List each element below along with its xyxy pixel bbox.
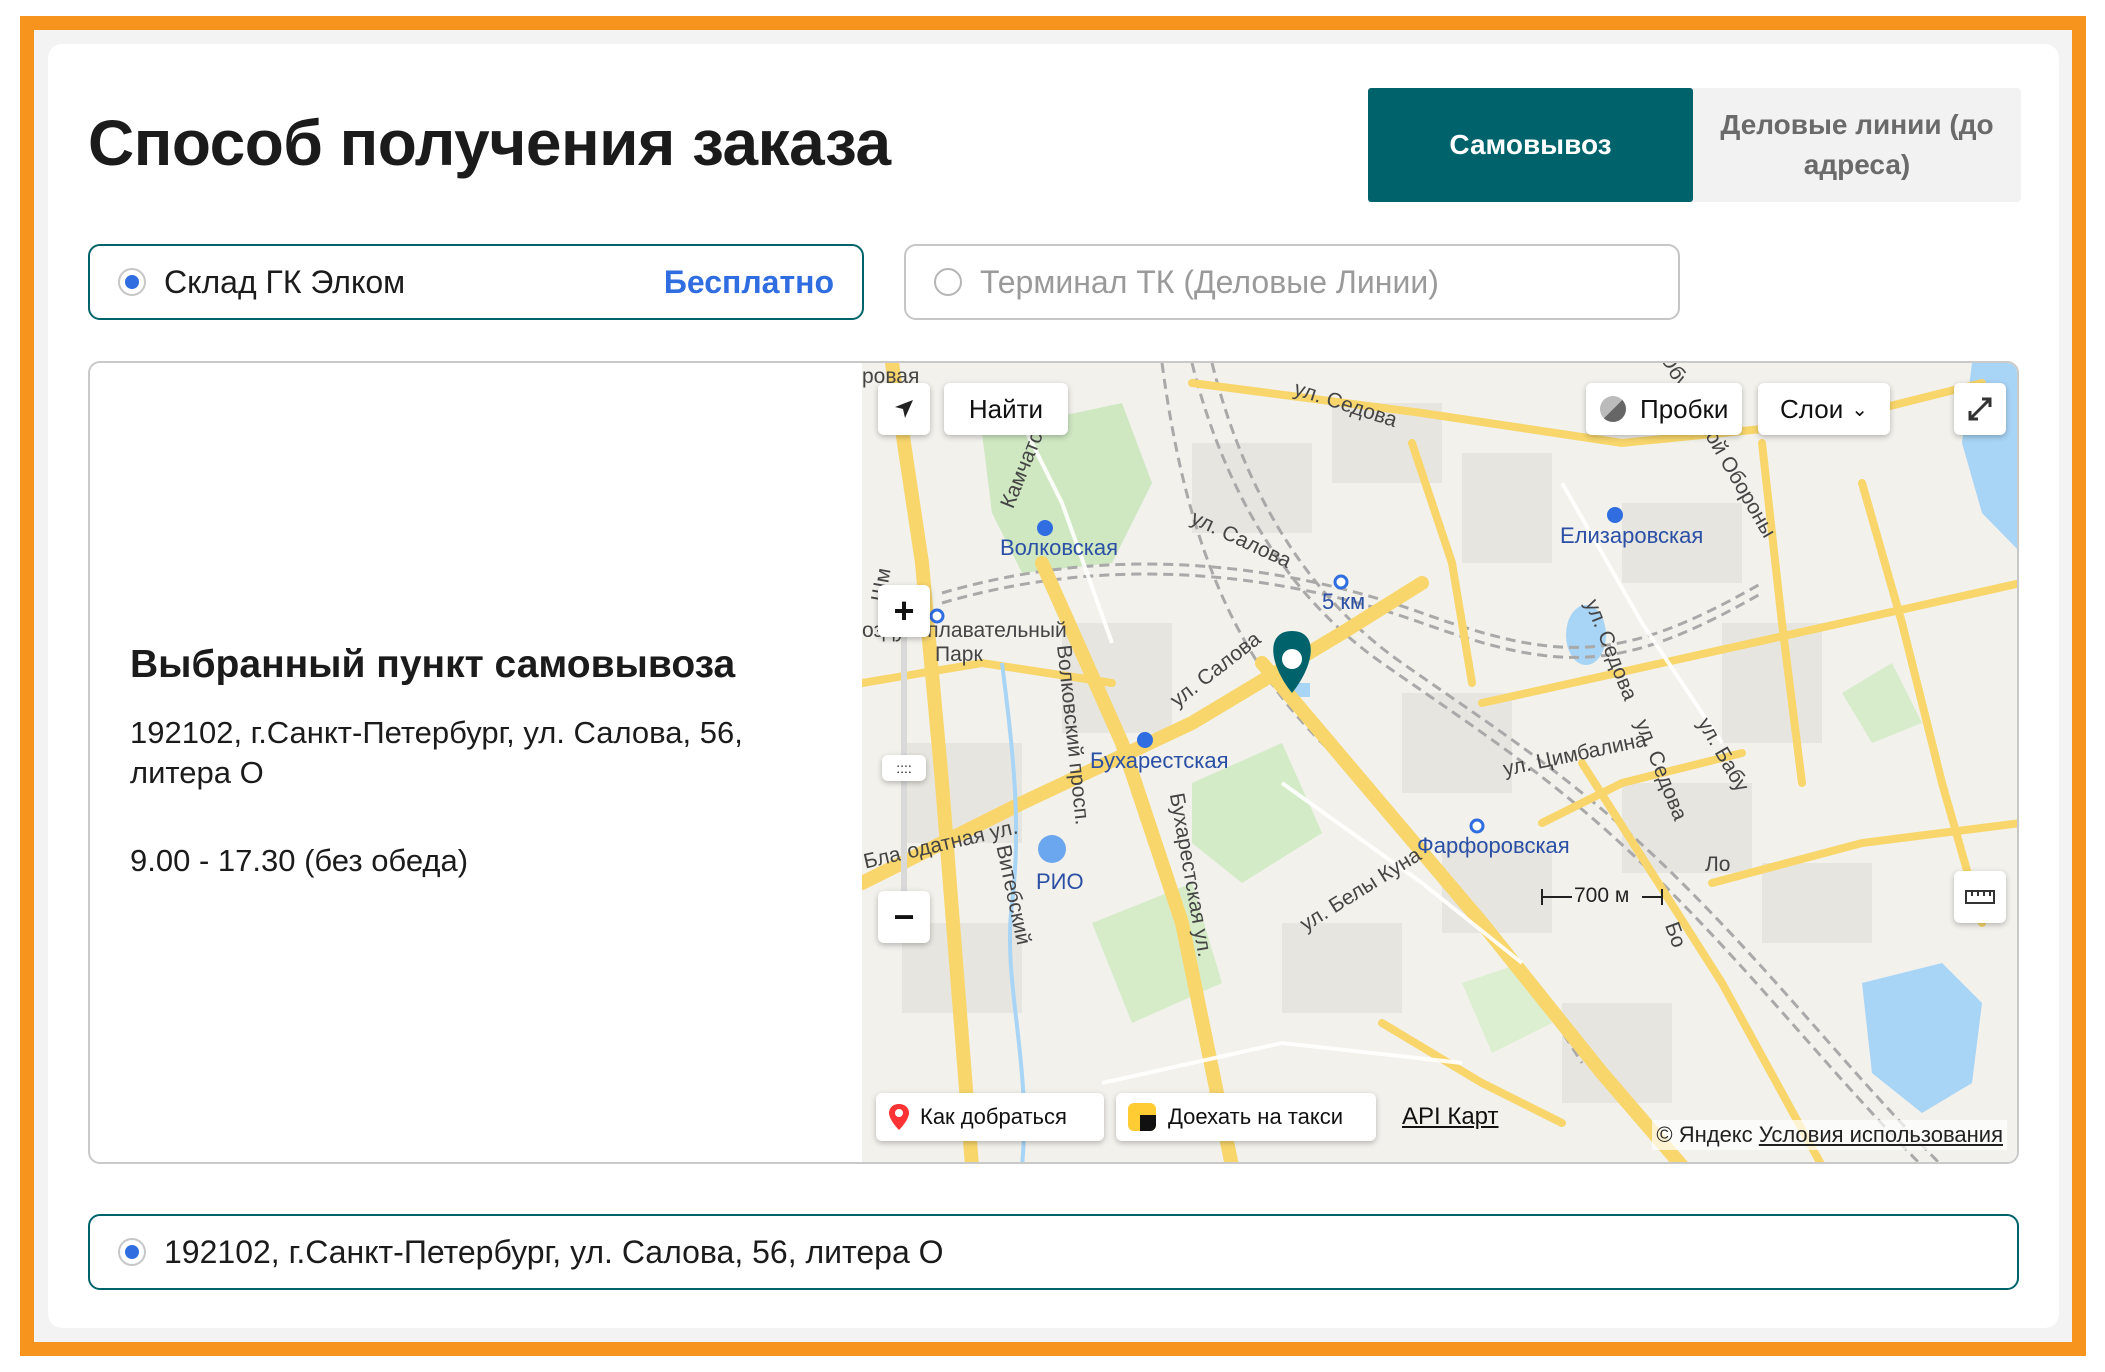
map-search-button[interactable]: Найти bbox=[944, 383, 1068, 435]
ruler-button[interactable] bbox=[1954, 871, 2006, 923]
pickup-point-panel: Выбранный пункт самовывоза 192102, г.Сан… bbox=[88, 361, 2019, 1164]
radio-selected[interactable] bbox=[118, 1238, 146, 1266]
metro-label-volkovskaya: Волковская bbox=[1000, 535, 1119, 560]
taxi-label: Доехать на такси bbox=[1168, 1104, 1344, 1129]
price-free-label: Бесплатно bbox=[663, 263, 834, 300]
navigation-arrow-icon bbox=[895, 400, 913, 418]
delivery-card: Способ получения заказа Самовывоз Деловы… bbox=[48, 44, 2059, 1328]
pickup-option-label: Терминал ТК (Деловые Линии) bbox=[980, 263, 1439, 300]
layers-label: Слои bbox=[1780, 393, 1844, 424]
radio-unselected[interactable] bbox=[934, 268, 962, 296]
street-label: Ло bbox=[1705, 853, 1731, 876]
map-scale-label: 700 м bbox=[1574, 884, 1630, 907]
taxi-icon bbox=[1128, 1103, 1156, 1131]
metro-label-elizarovskaya: Елизаровская bbox=[1560, 523, 1704, 548]
zoom-in-button[interactable]: + bbox=[878, 585, 930, 637]
taxi-button[interactable]: Доехать на такси bbox=[1116, 1093, 1376, 1141]
poi-label: РИО bbox=[1036, 869, 1084, 894]
geolocation-button[interactable] bbox=[878, 383, 930, 435]
expand-icon bbox=[1968, 397, 1992, 421]
route-label: Как добраться bbox=[920, 1104, 1067, 1129]
pickup-point-hours: 9.00 - 17.30 (без обеда) bbox=[130, 843, 469, 878]
street-label: Парк bbox=[935, 643, 983, 666]
zoom-out-button[interactable]: − bbox=[878, 891, 930, 943]
tab-pickup[interactable]: Самовывоз bbox=[1368, 88, 1693, 202]
radio-selected[interactable] bbox=[118, 268, 146, 296]
zoom-slider-handle[interactable]: :::: bbox=[882, 755, 926, 781]
pickup-option-terminal[interactable]: Терминал ТК (Деловые Линии) bbox=[904, 244, 1680, 320]
tab-delovye-linii[interactable]: Деловые линии (до адреса) bbox=[1693, 88, 2021, 202]
layers-button[interactable]: Слои ⌄ bbox=[1758, 383, 1890, 435]
pickup-address-label: 192102, г.Санкт-Петербург, ул. Салова, 5… bbox=[164, 1233, 944, 1270]
map-background bbox=[862, 363, 2017, 1162]
pickup-point-address: 192102, г.Санкт-Петербург, ул. Салова, 5… bbox=[130, 715, 743, 790]
pickup-option-warehouse[interactable]: Склад ГК Элком Бесплатно bbox=[88, 244, 864, 320]
fullscreen-button[interactable] bbox=[1954, 383, 2006, 435]
pickup-point-info: Выбранный пункт самовывоза 192102, г.Сан… bbox=[130, 363, 830, 1162]
pickup-address-option[interactable]: 192102, г.Санкт-Петербург, ул. Салова, 5… bbox=[88, 1214, 2019, 1290]
metro-label-5km: 5 км bbox=[1322, 589, 1366, 614]
metro-label-farforovskaya: Фарфоровская bbox=[1417, 833, 1570, 858]
map-pin-icon bbox=[889, 1104, 909, 1130]
api-maps-link[interactable]: API Карт bbox=[1402, 1103, 1499, 1131]
traffic-icon bbox=[1600, 396, 1626, 422]
pickup-point-heading: Выбранный пункт самовывоза bbox=[130, 643, 736, 686]
traffic-button[interactable]: Пробки bbox=[1586, 383, 1742, 435]
delivery-method-tabs: Самовывоз Деловые линии (до адреса) bbox=[1368, 88, 2021, 202]
chevron-down-icon: ⌄ bbox=[1851, 398, 1868, 421]
pickup-option-label: Склад ГК Элком bbox=[164, 263, 406, 300]
ruler-icon bbox=[1965, 890, 1995, 904]
yandex-map[interactable]: ровая ул. Седова Камчатская ул. Салова Ш… bbox=[862, 363, 2017, 1162]
zoom-control: + :::: − bbox=[878, 585, 934, 945]
copyright-text: © Яндекс bbox=[1656, 1122, 1753, 1147]
route-button[interactable]: Как добраться bbox=[876, 1093, 1104, 1141]
page-title: Способ получения заказа bbox=[88, 107, 891, 179]
traffic-label: Пробки bbox=[1640, 393, 1729, 424]
map-copyright: © Яндекс Условия использования bbox=[1652, 1120, 2007, 1150]
terms-link[interactable]: Условия использования bbox=[1759, 1122, 2003, 1147]
metro-label-bukharestskaya: Бухарестская bbox=[1090, 748, 1229, 773]
